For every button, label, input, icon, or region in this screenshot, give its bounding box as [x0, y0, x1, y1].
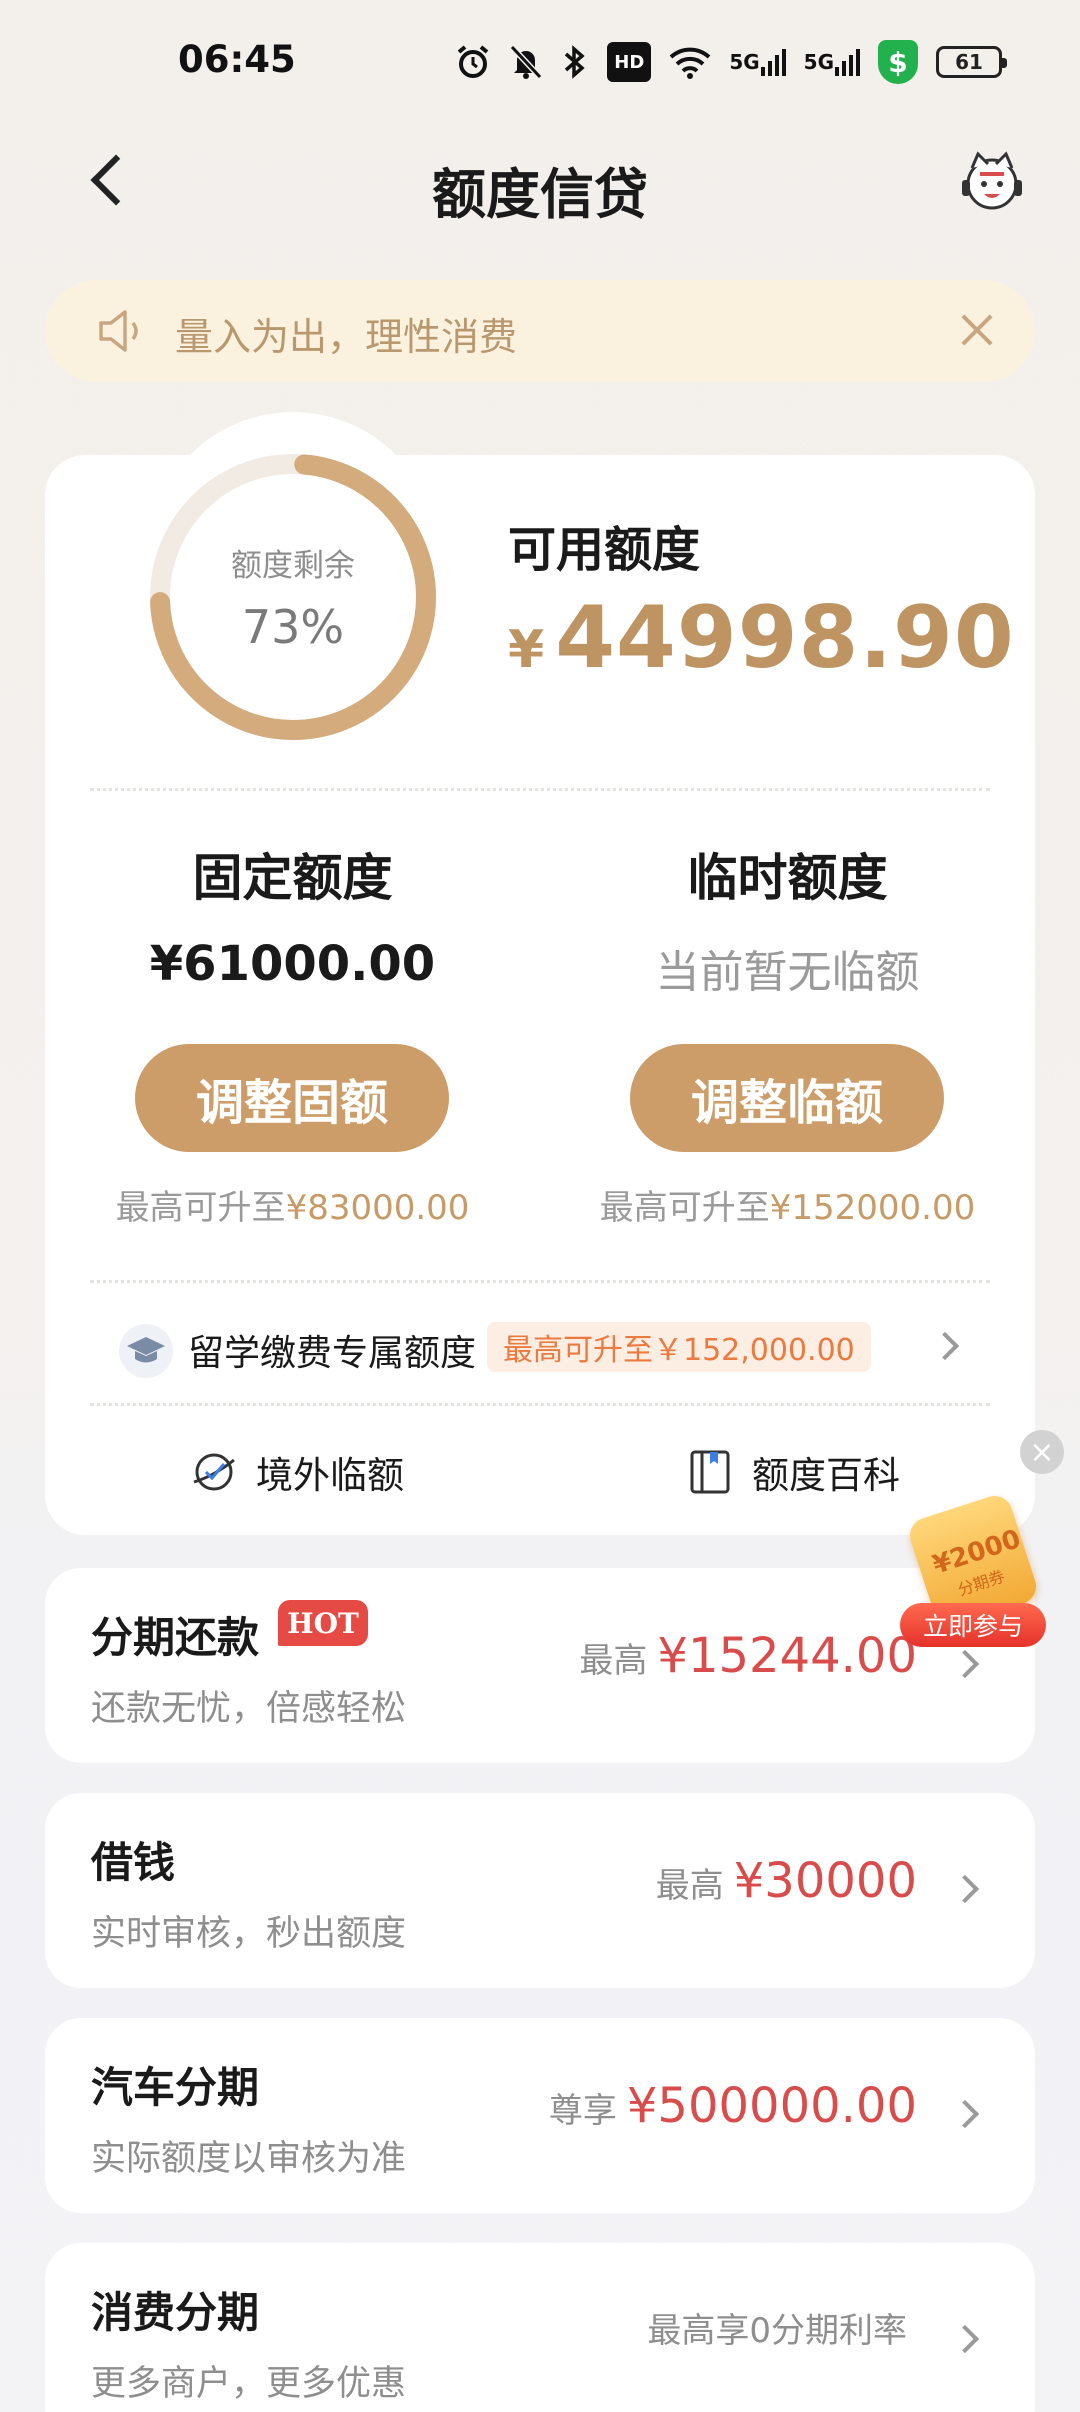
- assistant-mascot-icon: [962, 151, 1022, 210]
- notice-close-button[interactable]: [949, 302, 1005, 358]
- product-name: 借钱: [91, 1838, 176, 1887]
- consumer-installment-card[interactable]: 消费分期 更多商户，更多优惠 最高享0分期利率: [45, 2243, 1035, 2412]
- available-quota-label: 可用额度: [508, 522, 701, 578]
- product-desc: 实时审核，秒出额度: [91, 1914, 407, 1954]
- security-shield-icon: $: [878, 40, 918, 84]
- remaining-quota-ring: [150, 454, 436, 740]
- borrow-money-card[interactable]: 借钱 实时审核，秒出额度 最高 ¥30000: [45, 1793, 1035, 1988]
- study-abroad-quota-row[interactable]: 留学缴费专属额度 最高可升至￥152,000.00: [45, 1310, 1035, 1390]
- notice-text: 量入为出，理性消费: [175, 315, 518, 359]
- product-name: 消费分期: [91, 2288, 260, 2337]
- status-icons: HD 5G 5G $ 61: [455, 40, 1007, 84]
- signal-icon-2: 5G: [804, 42, 860, 82]
- battery-icon: 61: [936, 46, 1007, 78]
- promo-close-button[interactable]: ×: [1020, 1430, 1064, 1474]
- join-now-button[interactable]: 立即参与: [900, 1603, 1046, 1647]
- car-installment-card[interactable]: 汽车分期 实际额度以审核为准 尊享 ¥500000.00: [45, 2018, 1035, 2213]
- wifi-icon: [669, 42, 711, 82]
- signal-icon-1: 5G: [729, 42, 786, 82]
- ring-label: 额度剩余: [231, 548, 355, 584]
- currency-symbol: ¥: [508, 620, 546, 680]
- fixed-quota-value: ¥61000.00: [149, 936, 436, 992]
- product-amount: 最高 ¥30000: [655, 1853, 917, 1909]
- hd-voice-icon: HD: [607, 42, 652, 82]
- ring-percent: 73%: [241, 600, 345, 654]
- temp-quota-value: 当前暂无临额: [655, 947, 920, 998]
- chevron-right-icon: [950, 2099, 980, 2129]
- app-header: 额度信贷: [0, 128, 1080, 238]
- hot-badge: HOT: [278, 1600, 368, 1646]
- quota-wiki-link[interactable]: 额度百科: [686, 1442, 900, 1502]
- speaker-icon: [97, 308, 147, 354]
- adjust-fixed-button[interactable]: 调整固额: [135, 1044, 449, 1152]
- chevron-right-icon: [950, 2324, 980, 2354]
- adjust-temp-button[interactable]: 调整临额: [630, 1044, 944, 1152]
- page-title: 额度信贷: [432, 163, 648, 226]
- alarm-icon: [455, 42, 491, 82]
- graduation-cap-icon: [119, 1324, 173, 1378]
- available-quota-value: ¥44998.90: [508, 588, 1015, 688]
- divider: [90, 1403, 990, 1406]
- promo-float-widget[interactable]: ¥2000 分期券 立即参与: [880, 1491, 1050, 1655]
- bluetooth-icon: [561, 42, 589, 82]
- planet-icon: [193, 1453, 235, 1491]
- product-amount: 尊享 ¥500000.00: [548, 2078, 917, 2134]
- product-amount: 最高享0分期利率: [647, 2311, 907, 2351]
- overseas-temp-quota-link[interactable]: 境外临额: [190, 1442, 404, 1502]
- book-icon: [690, 1450, 730, 1494]
- product-desc: 还款无忧，倍感轻松: [91, 1689, 407, 1729]
- divider: [90, 1280, 990, 1283]
- temp-quota-note: 最高可升至¥152000.00: [599, 1188, 976, 1228]
- temp-quota-title: 临时额度: [687, 849, 888, 907]
- study-abroad-label: 留学缴费专属额度: [188, 1333, 477, 1374]
- mute-bell-icon: [509, 42, 543, 82]
- product-desc: 实际额度以审核为准: [91, 2139, 407, 2179]
- product-desc: 更多商户，更多优惠: [91, 2364, 407, 2404]
- product-amount: 最高 ¥15244.00: [579, 1628, 917, 1684]
- notice-bar: 量入为出，理性消费: [45, 280, 1035, 382]
- chevron-right-icon: [930, 1331, 960, 1361]
- available-amount: 44998.90: [555, 588, 1015, 688]
- fixed-quota-note: 最高可升至¥83000.00: [115, 1188, 470, 1228]
- study-abroad-tag: 最高可升至￥152,000.00: [487, 1322, 871, 1372]
- divider: [90, 788, 990, 791]
- product-name: 汽车分期: [91, 2063, 260, 2112]
- status-time: 06:45: [178, 38, 296, 81]
- product-name: 分期还款: [91, 1613, 260, 1662]
- status-bar: 06:45 HD 5G 5G $ 61: [0, 0, 1080, 128]
- customer-service-button[interactable]: [956, 148, 1028, 214]
- fixed-quota-title: 固定额度: [192, 849, 393, 907]
- chevron-right-icon: [950, 1874, 980, 1904]
